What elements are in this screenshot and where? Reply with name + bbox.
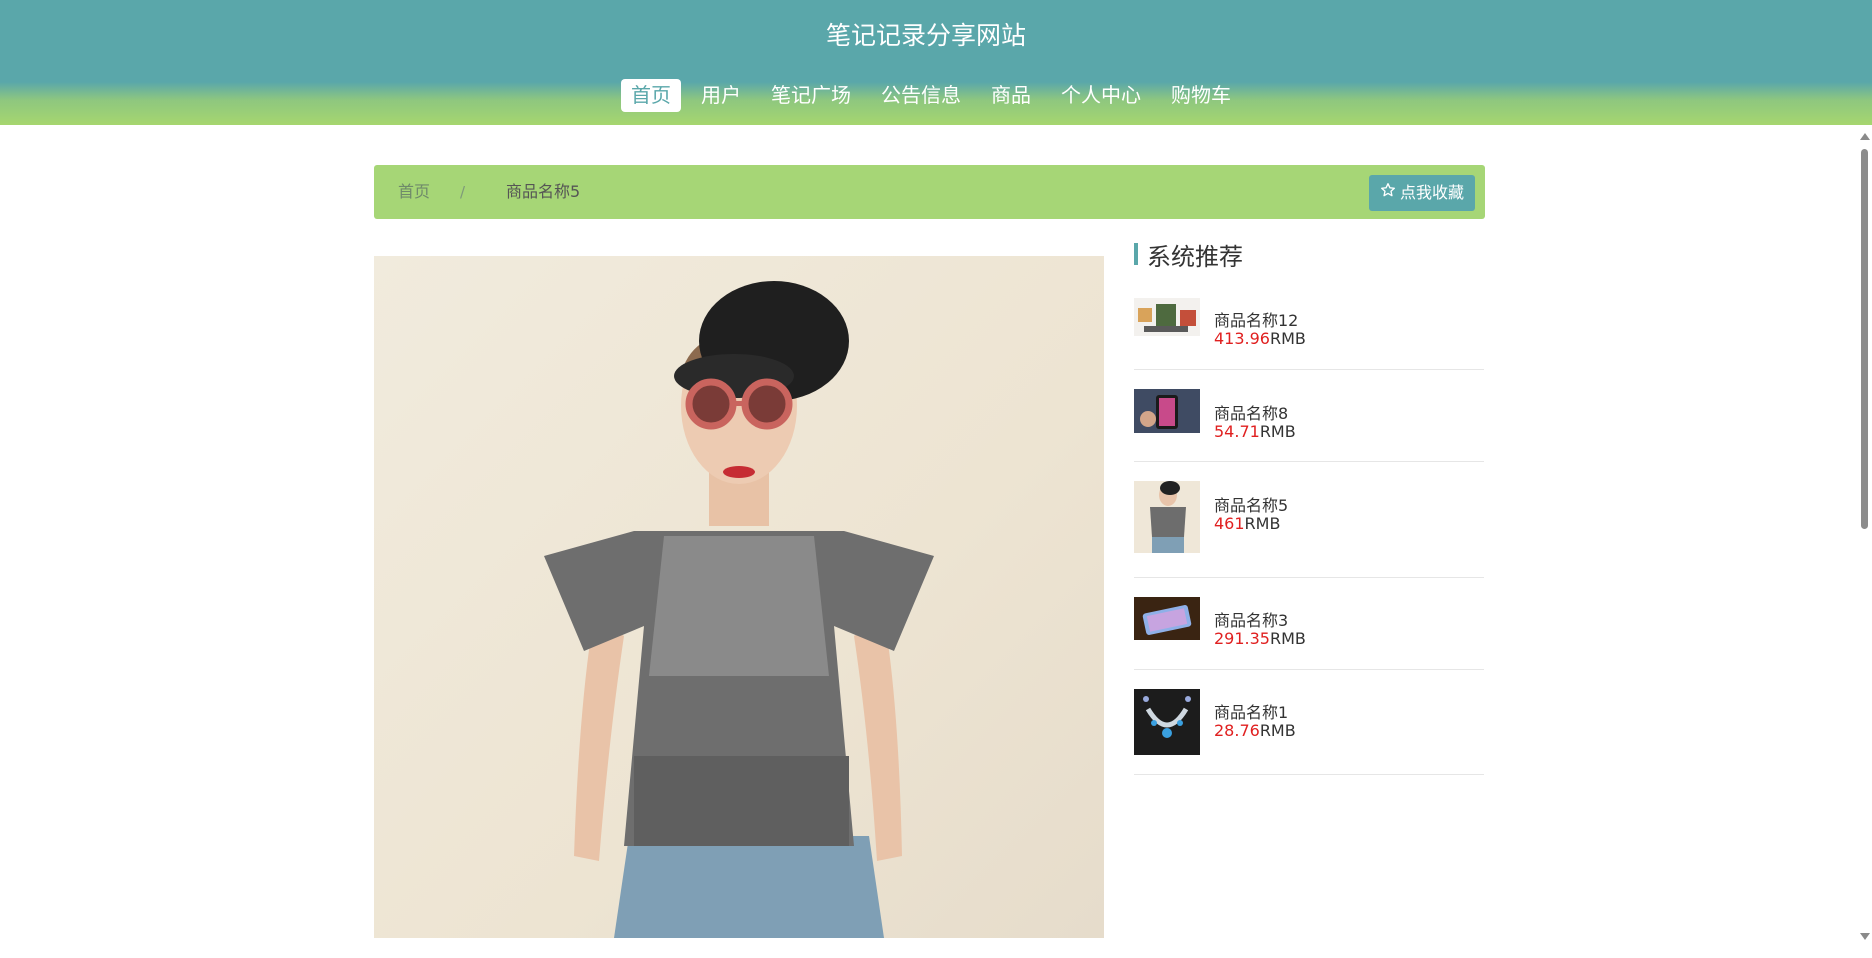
- nav-item-home[interactable]: 首页: [621, 79, 681, 112]
- sidebar-title-text: 系统推荐: [1147, 242, 1243, 271]
- star-icon: [1380, 175, 1396, 211]
- scroll-thumb[interactable]: [1861, 149, 1868, 529]
- main-nav: 首页 用户 笔记广场 公告信息 商品 个人中心 购物车: [621, 79, 1251, 112]
- site-header: 笔记记录分享网站 首页 用户 笔记广场 公告信息 商品 个人中心 购物车: [0, 0, 1872, 125]
- title-accent-bar: [1134, 243, 1138, 265]
- breadcrumb: 首页 / 商品名称5 点我收藏: [374, 165, 1485, 219]
- nav-item-personal-center[interactable]: 个人中心: [1051, 79, 1151, 112]
- nav-item-cart[interactable]: 购物车: [1161, 79, 1241, 112]
- recommendation-name[interactable]: 商品名称3: [1214, 607, 1288, 631]
- recommendation-price: 291.35RMB: [1214, 629, 1306, 648]
- nav-item-users[interactable]: 用户: [691, 79, 751, 112]
- recommendation-name[interactable]: 商品名称1: [1214, 699, 1288, 723]
- scroll-up-arrow-icon[interactable]: [1860, 133, 1870, 140]
- recommendation-item[interactable]: 商品名称1 28.76RMB: [1134, 689, 1484, 775]
- recommendation-price: 413.96RMB: [1214, 329, 1306, 348]
- recommendation-name[interactable]: 商品名称8: [1214, 400, 1288, 424]
- breadcrumb-home-link[interactable]: 首页: [398, 165, 430, 219]
- sidebar-title: 系统推荐: [1134, 240, 1484, 271]
- nav-item-notes-square[interactable]: 笔记广场: [761, 79, 861, 112]
- recommendation-item[interactable]: 商品名称5 461RMB: [1134, 481, 1484, 578]
- product-thumbnail[interactable]: [1134, 298, 1200, 336]
- recommendation-price: 54.71RMB: [1214, 422, 1296, 441]
- nav-item-announcements[interactable]: 公告信息: [871, 79, 971, 112]
- breadcrumb-current: 商品名称5: [506, 182, 581, 201]
- product-thumbnail[interactable]: [1134, 597, 1200, 640]
- recommendation-item[interactable]: 商品名称3 291.35RMB: [1134, 597, 1484, 670]
- recommendation-name[interactable]: 商品名称12: [1214, 307, 1298, 331]
- product-thumbnail[interactable]: [1134, 481, 1200, 553]
- recommendation-item[interactable]: 商品名称8 54.71RMB: [1134, 389, 1484, 462]
- scroll-down-arrow-icon[interactable]: [1860, 933, 1870, 940]
- breadcrumb-separator: /: [460, 183, 466, 201]
- recommendation-price: 28.76RMB: [1214, 721, 1296, 740]
- recommendation-sidebar: 系统推荐 商品名称12 413.96RMB 商品名称8 54.71RMB 商品名…: [1134, 240, 1484, 775]
- product-main-image: [374, 256, 1104, 938]
- recommendation-price: 461RMB: [1214, 514, 1281, 533]
- product-thumbnail[interactable]: [1134, 389, 1200, 433]
- favorite-button[interactable]: 点我收藏: [1368, 175, 1475, 211]
- product-thumbnail[interactable]: [1134, 689, 1200, 755]
- nav-item-products[interactable]: 商品: [981, 79, 1041, 112]
- page-scrollbar[interactable]: [1857, 125, 1872, 958]
- favorite-button-label: 点我收藏: [1399, 183, 1464, 202]
- site-title: 笔记记录分享网站: [825, 21, 1026, 50]
- recommendation-name[interactable]: 商品名称5: [1214, 492, 1288, 516]
- recommendation-item[interactable]: 商品名称12 413.96RMB: [1134, 298, 1484, 370]
